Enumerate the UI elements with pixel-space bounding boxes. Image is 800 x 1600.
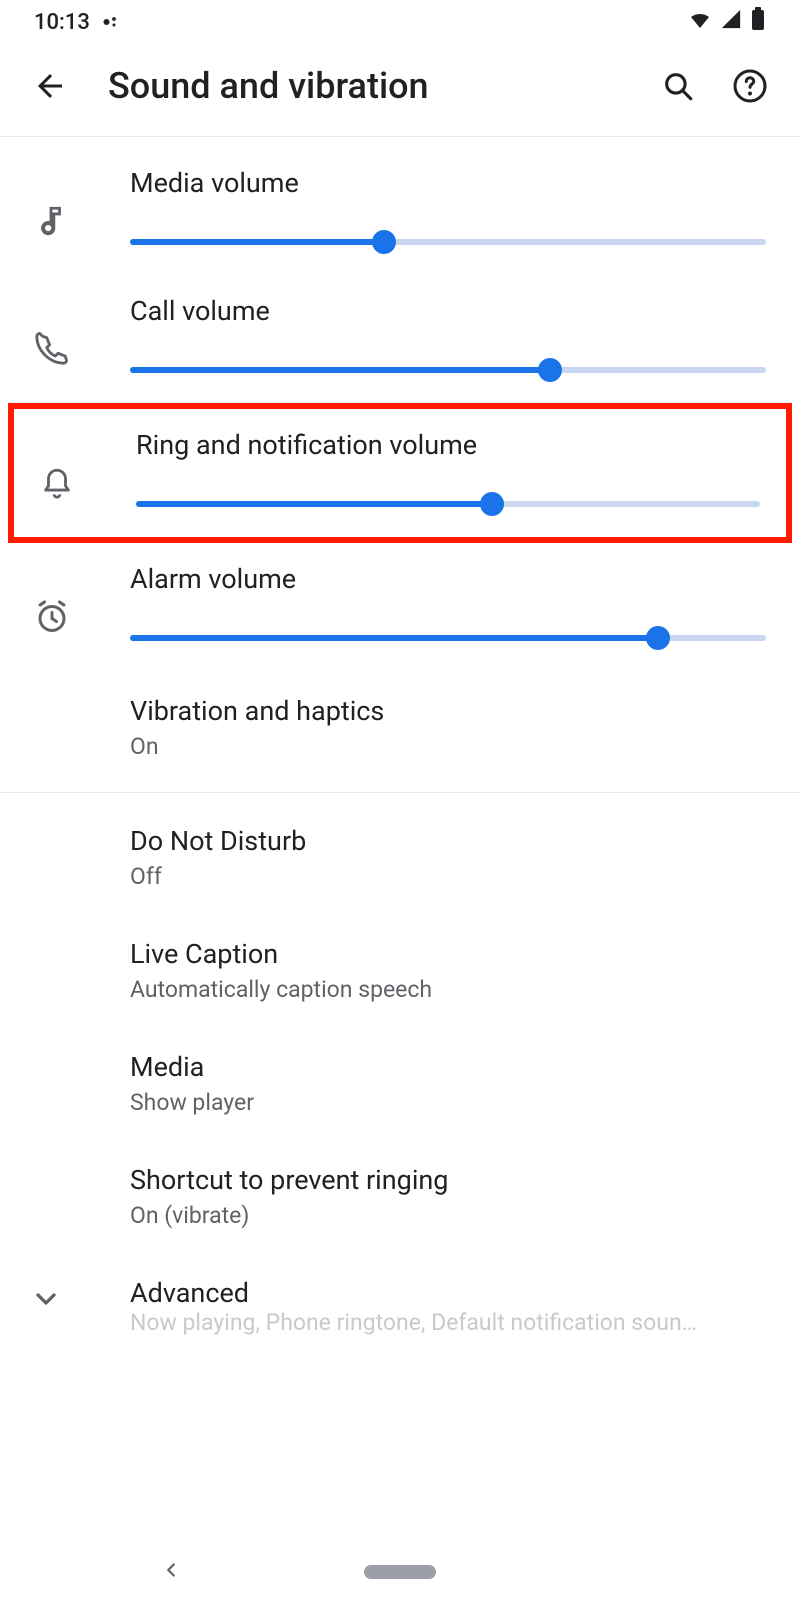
live-caption-setting[interactable]: Live Caption Automatically caption speec… xyxy=(0,914,800,1027)
content: Media volume Call volume Ring and n xyxy=(0,137,800,1336)
cell-signal-icon xyxy=(720,8,742,36)
search-icon xyxy=(661,69,695,103)
alarm-volume-slider[interactable] xyxy=(130,635,766,641)
media-setting[interactable]: Media Show player xyxy=(0,1027,800,1140)
fade-overlay xyxy=(0,1484,800,1544)
advanced-sub: Now playing, Phone ringtone, Default not… xyxy=(130,1309,766,1336)
status-time: 10:13 xyxy=(34,10,90,35)
alarm-clock-icon xyxy=(34,569,98,635)
live-caption-title: Live Caption xyxy=(130,938,766,970)
back-button[interactable] xyxy=(28,64,72,108)
ring-volume-row: Ring and notification volume xyxy=(14,409,786,537)
ring-volume-label: Ring and notification volume xyxy=(136,429,760,461)
vibration-setting[interactable]: Vibration and haptics On xyxy=(0,671,800,784)
media-volume-slider[interactable] xyxy=(130,239,766,245)
nav-back-button[interactable] xyxy=(160,1559,182,1585)
media-setting-sub: Show player xyxy=(130,1089,766,1116)
shortcut-sub: On (vibrate) xyxy=(130,1202,766,1229)
advanced-setting[interactable]: Advanced Now playing, Phone ringtone, De… xyxy=(0,1253,800,1336)
vibration-sub: On xyxy=(130,733,766,760)
call-volume-label: Call volume xyxy=(130,295,766,327)
highlight-box: Ring and notification volume xyxy=(8,403,792,543)
system-nav-bar xyxy=(0,1544,800,1600)
page-title: Sound and vibration xyxy=(100,65,628,107)
status-bar: 10:13 xyxy=(0,0,800,44)
nav-home-pill[interactable] xyxy=(364,1565,436,1579)
help-button[interactable] xyxy=(728,64,772,108)
arrow-left-icon xyxy=(32,68,68,104)
call-volume-row: Call volume xyxy=(0,275,800,403)
alarm-volume-label: Alarm volume xyxy=(130,563,766,595)
assistant-icon xyxy=(102,13,120,31)
live-caption-sub: Automatically caption speech xyxy=(130,976,766,1003)
phone-icon xyxy=(34,302,98,366)
help-icon xyxy=(732,68,768,104)
vibration-title: Vibration and haptics xyxy=(130,695,766,727)
shortcut-title: Shortcut to prevent ringing xyxy=(130,1164,766,1196)
divider xyxy=(0,792,800,793)
dnd-sub: Off xyxy=(130,863,766,890)
alarm-volume-row: Alarm volume xyxy=(0,543,800,671)
chevron-down-icon xyxy=(30,1277,94,1319)
wifi-icon xyxy=(688,7,712,37)
app-header: Sound and vibration xyxy=(0,44,800,137)
shortcut-setting[interactable]: Shortcut to prevent ringing On (vibrate) xyxy=(0,1140,800,1253)
media-setting-title: Media xyxy=(130,1051,766,1083)
advanced-title: Advanced xyxy=(130,1277,766,1309)
bell-icon xyxy=(40,436,104,500)
media-volume-label: Media volume xyxy=(130,167,766,199)
search-button[interactable] xyxy=(656,64,700,108)
dnd-title: Do Not Disturb xyxy=(130,825,766,857)
media-volume-row: Media volume xyxy=(0,147,800,275)
dnd-setting[interactable]: Do Not Disturb Off xyxy=(0,801,800,914)
ring-volume-slider[interactable] xyxy=(136,501,760,507)
call-volume-slider[interactable] xyxy=(130,367,766,373)
battery-icon xyxy=(750,7,766,37)
music-note-icon xyxy=(34,174,98,238)
